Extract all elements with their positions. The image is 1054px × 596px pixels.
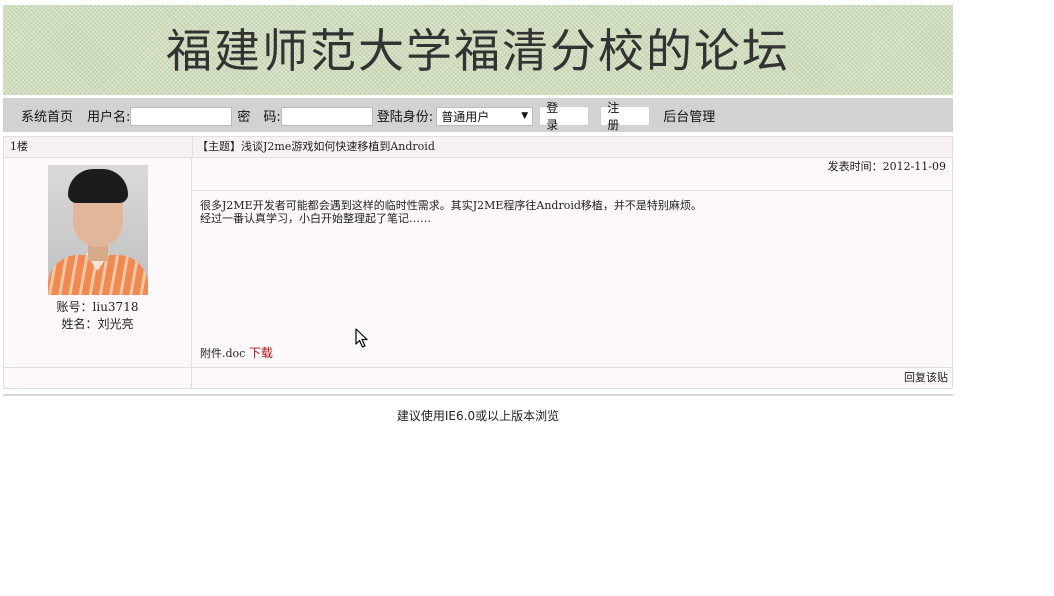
nav-admin-link[interactable]: 后台管理 [663,106,715,125]
role-select[interactable]: 普通用户 ▼ [436,106,534,126]
author-account: 账号：liu3718 [56,300,139,314]
attachment: 附件.doc 下载 [200,346,273,361]
post-header-row: 1楼 【主题】浅谈J2me游戏如何快速移植到Android [4,137,952,158]
avatar [47,165,148,295]
reply-link[interactable]: 回复该贴 [192,368,952,388]
role-selected-value: 普通用户 [441,109,490,124]
username-label: 用户名: [87,109,131,125]
author-panel: 账号：liu3718 姓名：刘光亮 [4,158,192,367]
post-body-line: 经过一番认真学习，小白开始整理起了笔记…… [200,212,431,225]
nav-bar: 系统首页 用户名: 密 码: 登陆身份: 普通用户 ▼ 登 录 注 册 后台管理 [3,98,953,132]
post-body: 很多J2ME开发者可能都会遇到这样的临时性需求。其实J2ME程序往Android… [192,191,952,367]
register-button[interactable]: 注 册 [600,101,651,132]
password-input[interactable] [280,106,373,126]
download-link[interactable]: 下载 [249,346,273,360]
avatar-hair [67,169,128,203]
password-label: 密 码: [237,109,281,125]
login-button[interactable]: 登 录 [539,101,590,132]
nav-home-link[interactable]: 系统首页 [21,106,73,125]
mouse-cursor-icon [355,328,368,348]
attachment-label: 附件.doc [200,347,249,360]
post-footer-spacer [4,368,192,388]
post-body-row: 账号：liu3718 姓名：刘光亮 发表时间：2012-11-09 很多J2ME… [4,158,952,367]
browser-note: 建议使用IE6.0或以上版本浏览 [396,409,560,423]
divider [3,394,953,396]
post-content: 发表时间：2012-11-09 很多J2ME开发者可能都会遇到这样的临时性需求。… [192,158,952,367]
post-footer-row: 回复该贴 [4,367,952,388]
author-name: 姓名：刘光亮 [61,317,134,331]
username-input[interactable] [130,106,233,126]
forum-banner: 福建师范大学福清分校的论坛 [3,5,953,95]
post-table: 1楼 【主题】浅谈J2me游戏如何快速移植到Android 账号：liu3718… [3,136,953,389]
forum-title: 福建师范大学福清分校的论坛 [166,24,790,78]
floor-number: 1楼 [4,137,193,157]
chevron-down-icon: ▼ [521,111,529,121]
post-time: 发表时间：2012-11-09 [192,158,952,191]
page: 福建师范大学福清分校的论坛 系统首页 用户名: 密 码: 登陆身份: 普通用户 … [3,5,953,424]
post-subject: 【主题】浅谈J2me游戏如何快速移植到Android [197,140,435,153]
role-label: 登陆身份: [376,109,434,125]
post-body-line: 很多J2ME开发者可能都会遇到这样的临时性需求。其实J2ME程序往Android… [200,199,702,212]
